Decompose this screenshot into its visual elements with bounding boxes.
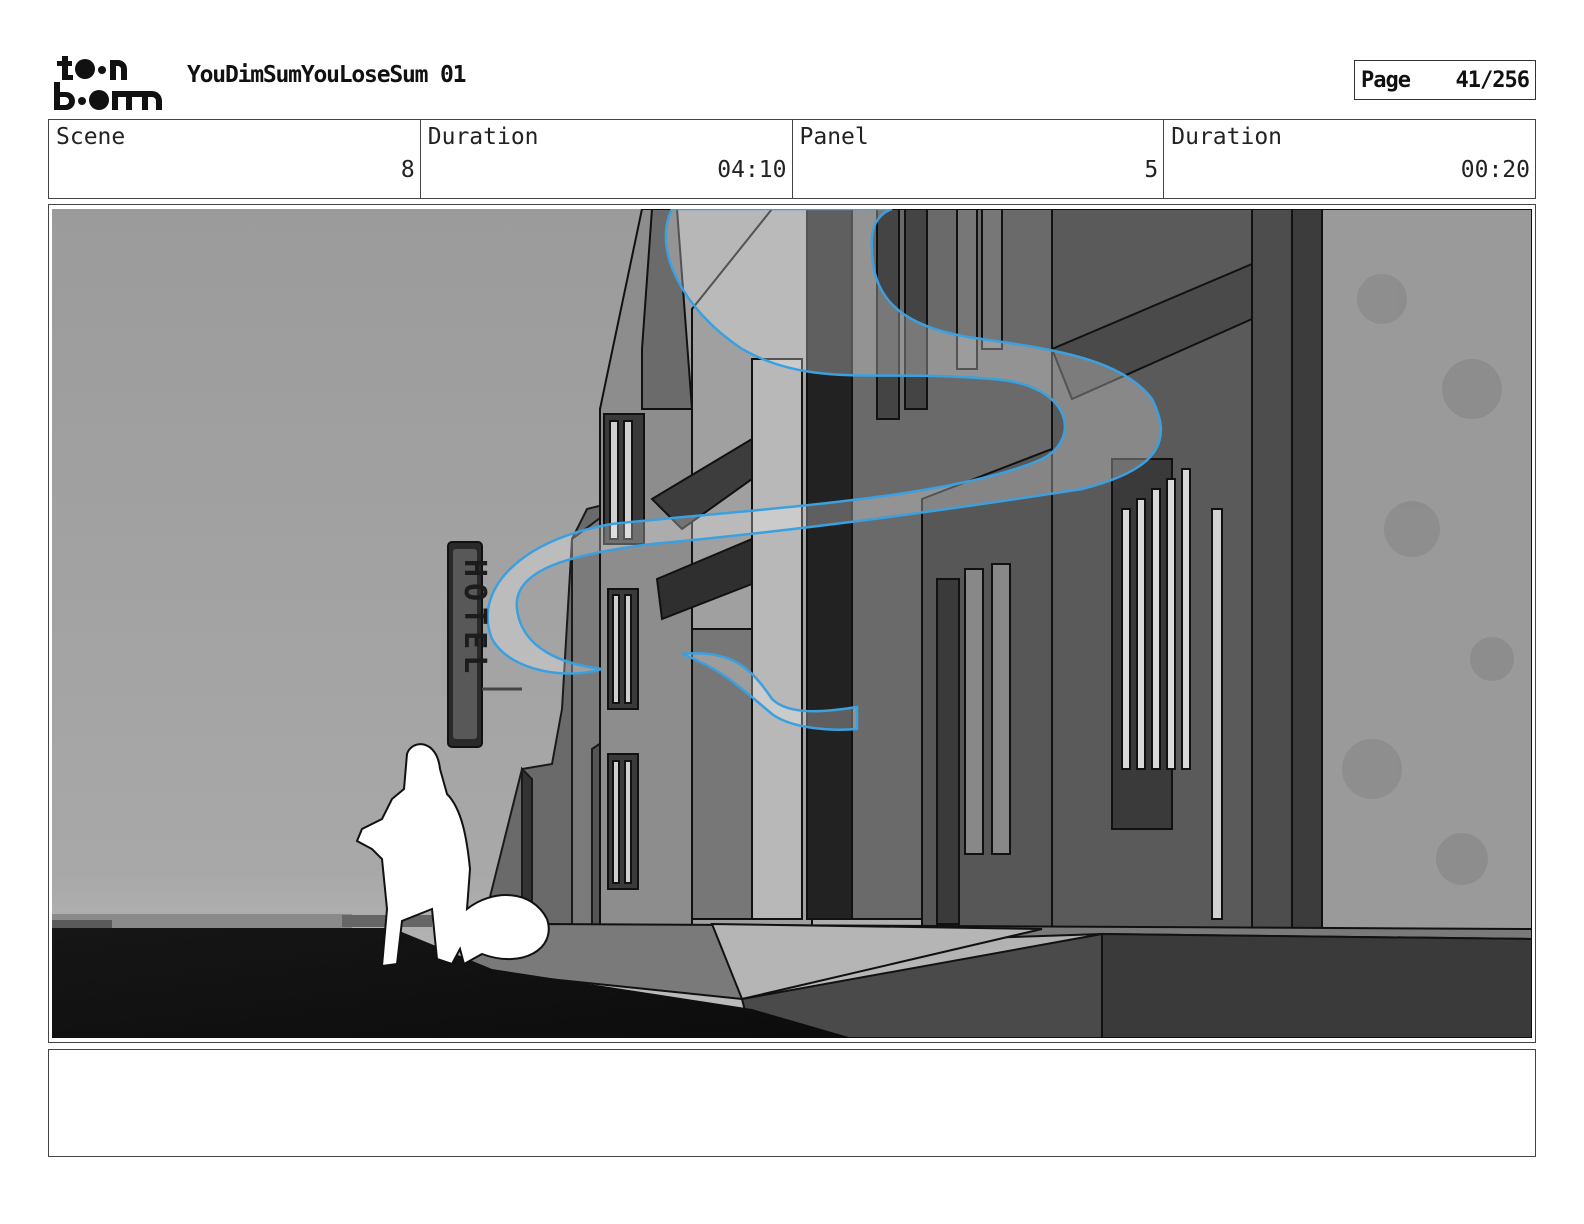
panel-duration-cell: Duration 00:20 bbox=[1164, 120, 1535, 198]
panel-value: 5 bbox=[1144, 157, 1159, 183]
large-facade bbox=[851, 209, 1328, 930]
project-title: YouDimSumYouLoseSum 01 bbox=[187, 62, 466, 88]
right-wall bbox=[1321, 209, 1532, 930]
scene-duration-cell: Duration 04:10 bbox=[421, 120, 793, 198]
hotel-sign-text: HOTEL bbox=[457, 559, 492, 679]
scene-cell: Scene 8 bbox=[49, 120, 421, 198]
storyboard-panel: HOTEL bbox=[48, 204, 1536, 1043]
panel-duration-value: 00:20 bbox=[1460, 157, 1530, 183]
scene-value: 8 bbox=[400, 157, 415, 183]
panel-duration-label: Duration bbox=[1171, 124, 1283, 150]
scene-duration-value: 04:10 bbox=[717, 157, 787, 183]
toon-boom-logo bbox=[54, 56, 162, 110]
panel-drawing: HOTEL bbox=[52, 209, 1532, 1038]
panel-info-row: Scene 8 Duration 04:10 Panel 5 Duration … bbox=[48, 119, 1536, 199]
scene-duration-label: Duration bbox=[427, 124, 539, 150]
page-label: Page bbox=[1361, 67, 1411, 93]
panel-cell: Panel 5 bbox=[793, 120, 1165, 198]
panel-label: Panel bbox=[799, 124, 869, 150]
scene-label: Scene bbox=[56, 124, 126, 150]
page-number: 41/256 bbox=[1455, 67, 1530, 93]
panel-notes-box[interactable] bbox=[48, 1049, 1536, 1157]
page-indicator: Page 41/256 bbox=[1354, 60, 1536, 100]
